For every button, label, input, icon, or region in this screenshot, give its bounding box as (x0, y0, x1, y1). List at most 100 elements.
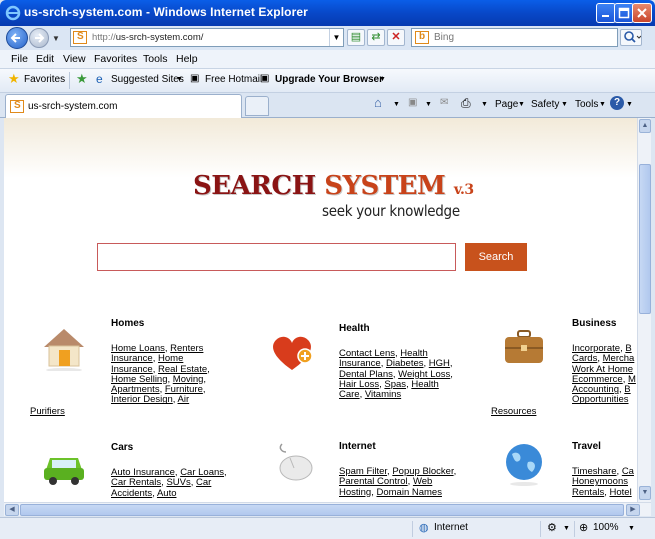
recent-pages-dropdown[interactable]: ▼ (52, 34, 60, 43)
print-icon[interactable]: ⎙ (461, 96, 471, 111)
mouse-icon (279, 443, 313, 481)
menu-edit[interactable]: Edit (36, 53, 54, 65)
zoom-dropdown-icon[interactable]: ▼ (628, 525, 635, 532)
safety-menu[interactable]: Safety (531, 99, 559, 110)
home-dropdown-icon[interactable]: ▼ (393, 101, 400, 108)
menu-help[interactable]: Help (176, 53, 198, 65)
address-bar[interactable]: S http://us-srch-system.com/ ▼ (70, 28, 344, 47)
back-arrow-icon (10, 33, 20, 43)
heart-icon (273, 336, 313, 370)
briefcase-icon (505, 330, 543, 363)
forward-button[interactable] (29, 28, 49, 48)
feeds-icon[interactable]: ▣ (408, 97, 417, 108)
logo-version: v.3 (453, 182, 474, 198)
suggested-sites-link[interactable]: Suggested Sites (111, 74, 184, 85)
link-vitamins[interactable]: Vitamins (365, 389, 401, 400)
scroll-up-icon[interactable]: ▲ (639, 119, 651, 133)
page-dropdown-icon[interactable]: ▼ (518, 101, 525, 108)
suggested-dropdown-icon[interactable]: ▼ (176, 76, 183, 83)
status-separator-3 (574, 521, 575, 537)
site-favicon-icon: S (73, 31, 87, 44)
refresh-icon: ⇄ (371, 31, 381, 43)
compatibility-view-button[interactable]: ▤ (347, 29, 365, 46)
link-resources[interactable]: Resources (491, 406, 536, 417)
favorites-button[interactable]: Favorites (24, 74, 65, 85)
ie-logo-icon (5, 5, 21, 21)
category-internet-links: Spam Filter, Popup Blocker, Parental Con… (339, 466, 457, 498)
logo-word-system: SYSTEM (324, 171, 446, 201)
help-icon[interactable]: ? (610, 96, 624, 110)
menu-tools[interactable]: Tools (143, 53, 168, 65)
link-domain-names[interactable]: Domain Names (377, 487, 442, 498)
link-air[interactable]: Air (178, 394, 190, 405)
link-purifiers[interactable]: Purifiers (30, 406, 65, 417)
status-separator-2 (540, 521, 541, 537)
link-auto[interactable]: Auto (157, 488, 177, 499)
minimize-button[interactable] (596, 3, 616, 23)
protected-mode-icon[interactable]: ⚙ (547, 521, 557, 534)
safety-dropdown-icon[interactable]: ▼ (561, 101, 568, 108)
favorites-bar: ★ Favorites ★ e Suggested Sites ▼ ▣ Free… (0, 69, 655, 93)
upgrade-dropdown-icon[interactable]: ▼ (379, 76, 386, 83)
page-menu[interactable]: Page (495, 99, 518, 110)
stop-icon: ✕ (391, 31, 401, 43)
address-row: ▼ S http://us-srch-system.com/ ▼ ▤ ⇄ ✕ b (0, 26, 655, 50)
search-go-button[interactable] (620, 29, 642, 46)
page-icon: ▤ (350, 31, 362, 43)
main-search-input[interactable] (97, 243, 456, 271)
address-dropdown[interactable]: ▼ (329, 29, 343, 46)
search-provider-icon: b (415, 31, 429, 44)
feeds-dropdown-icon[interactable]: ▼ (425, 101, 432, 108)
maximize-icon (618, 7, 630, 19)
link-opportunities[interactable]: Opportunities (572, 394, 629, 405)
add-favorite-icon[interactable]: ★ (76, 71, 88, 87)
main-search-button[interactable]: Search (465, 243, 527, 271)
vertical-scrollbar[interactable]: ▲ ▼ (637, 118, 651, 502)
category-cars-links: Auto Insurance, Car Loans, Car Rentals, … (111, 467, 227, 499)
scroll-right-icon[interactable]: ▶ (626, 504, 640, 516)
house-icon (44, 329, 84, 371)
maximize-button[interactable] (614, 3, 634, 23)
tools-dropdown-icon[interactable]: ▼ (599, 101, 606, 108)
bing-search-input[interactable] (434, 30, 614, 45)
home-icon[interactable]: ⌂ (374, 95, 382, 110)
page-viewport: SEARCH SYSTEM v.3 seek your knowledge Se… (4, 118, 637, 502)
upgrade-browser-link[interactable]: Upgrade Your Browser (275, 74, 383, 85)
mail-icon[interactable]: ✉ (440, 97, 448, 108)
new-tab-button[interactable] (245, 96, 269, 116)
help-dropdown-icon[interactable]: ▼ (626, 101, 633, 108)
status-bar: ◍ Internet ⚙ ▼ ⊕ 100% ▼ (0, 517, 655, 539)
scroll-down-icon[interactable]: ▼ (639, 486, 651, 500)
horizontal-scroll-thumb[interactable] (20, 504, 624, 516)
tab-active[interactable]: S us-srch-system.com (5, 94, 242, 118)
protected-mode-dropdown-icon[interactable]: ▼ (563, 525, 570, 532)
search-box[interactable]: b (411, 28, 618, 47)
category-business-links: Incorporate, B Cards, Mercha Work At Home E… (572, 343, 636, 406)
category-travel-links: Timeshare, Ca Honeymoons Rentals, Hotel (572, 466, 634, 498)
vertical-scroll-thumb[interactable] (639, 164, 651, 314)
close-icon (637, 8, 647, 18)
menu-file[interactable]: File (11, 53, 28, 65)
upgrade-icon: ▣ (260, 73, 270, 84)
close-button[interactable] (632, 3, 652, 23)
tab-label: us-srch-system.com (28, 101, 118, 112)
stop-button[interactable]: ✕ (387, 29, 405, 46)
horizontal-scrollbar[interactable]: ◀ ▶ (4, 502, 651, 516)
back-button[interactable] (6, 27, 28, 49)
menu-favorites[interactable]: Favorites (94, 53, 137, 65)
print-dropdown-icon[interactable]: ▼ (481, 101, 488, 108)
security-zone-label: Internet (434, 522, 468, 533)
tools-menu[interactable]: Tools (575, 99, 598, 110)
zoom-icon[interactable]: ⊕ (579, 521, 588, 534)
scroll-left-icon[interactable]: ◀ (5, 504, 19, 516)
link-rentals[interactable]: Rentals (572, 487, 604, 498)
free-hotmail-link[interactable]: Free Hotmail (205, 74, 262, 85)
link-interior-design[interactable]: Interior Design (111, 394, 173, 405)
link-hotel[interactable]: Hotel (610, 487, 632, 498)
forward-arrow-icon (35, 33, 45, 43)
refresh-button[interactable]: ⇄ (367, 29, 385, 46)
menu-view[interactable]: View (63, 53, 86, 65)
zoom-level[interactable]: 100% (593, 522, 619, 533)
title-bar: us-srch-system.com - Windows Internet Ex… (0, 0, 655, 26)
address-url[interactable]: http://us-srch-system.com/ (92, 32, 203, 43)
